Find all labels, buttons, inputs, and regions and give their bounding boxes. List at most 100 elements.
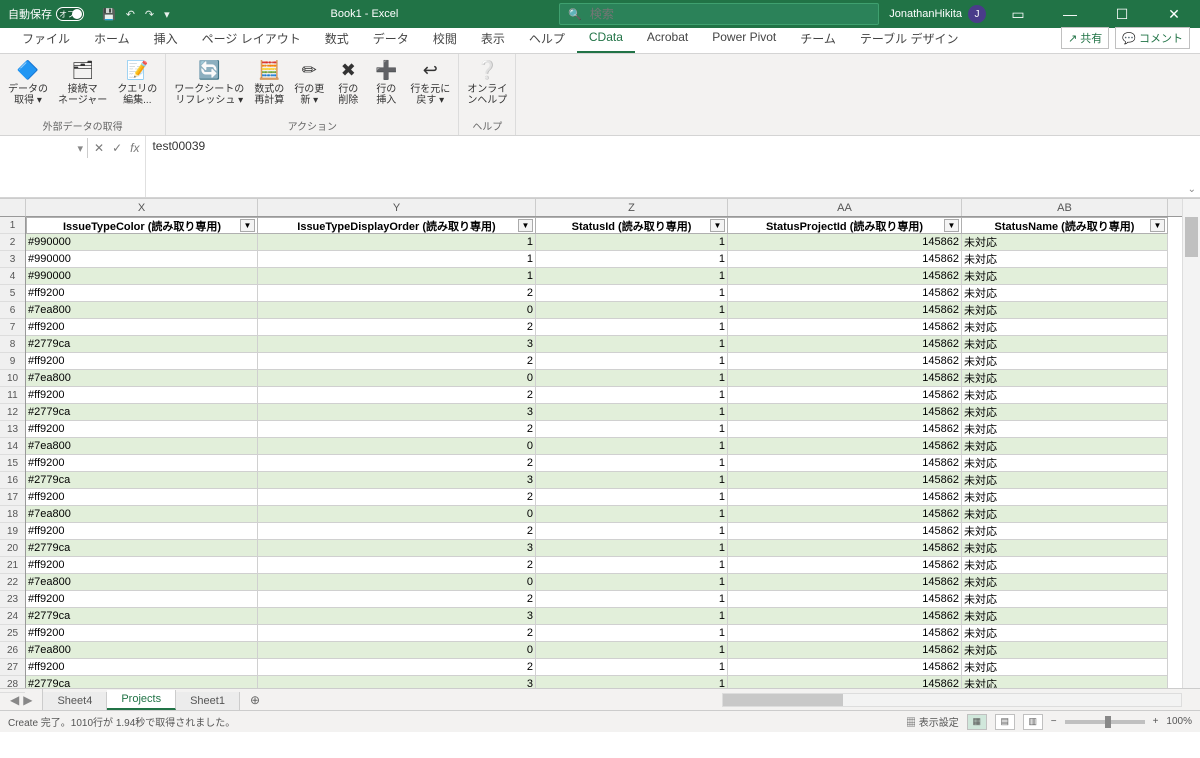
filter-dropdown-icon[interactable]: ▼	[240, 219, 255, 232]
cell[interactable]: 145862	[728, 387, 962, 404]
cell[interactable]: #990000	[26, 234, 258, 251]
cell[interactable]: #ff9200	[26, 625, 258, 642]
minimize-button[interactable]: —	[1050, 0, 1090, 28]
page-break-view-button[interactable]: ▥	[1023, 714, 1043, 730]
cell[interactable]: 0	[258, 438, 536, 455]
cell[interactable]: 2	[258, 387, 536, 404]
table-header-cell[interactable]: StatusId (読み取り専用)▼	[536, 217, 728, 234]
ribbon-button[interactable]: ➕行の挿入	[368, 56, 404, 108]
cell[interactable]: #7ea800	[26, 506, 258, 523]
row-header[interactable]: 2	[0, 234, 25, 251]
cell[interactable]: 1	[536, 489, 728, 506]
cell[interactable]: 1	[536, 608, 728, 625]
cell[interactable]: 未対応	[962, 557, 1168, 574]
row-header[interactable]: 1	[0, 217, 25, 234]
cell[interactable]: 145862	[728, 625, 962, 642]
sheet-tab[interactable]: Projects	[107, 690, 176, 710]
ribbon-button[interactable]: 🧮数式の再計算	[250, 56, 288, 108]
menu-tab-ヘルプ[interactable]: ヘルプ	[517, 26, 577, 53]
zoom-out-button[interactable]: −	[1051, 716, 1057, 727]
cell[interactable]: 未対応	[962, 540, 1168, 557]
cell[interactable]: 未対応	[962, 404, 1168, 421]
display-settings-button[interactable]: ▦ 表示設定	[906, 714, 959, 729]
cell[interactable]: 3	[258, 540, 536, 557]
select-all-corner[interactable]	[0, 199, 26, 217]
cell[interactable]: 0	[258, 574, 536, 591]
cell[interactable]: 145862	[728, 353, 962, 370]
cell[interactable]: 1	[536, 336, 728, 353]
cell[interactable]: 未対応	[962, 625, 1168, 642]
cell[interactable]: 1	[536, 319, 728, 336]
ribbon-button[interactable]: ❔オンラインヘルプ	[463, 56, 511, 108]
cell[interactable]: 1	[536, 234, 728, 251]
cell[interactable]: 未対応	[962, 489, 1168, 506]
formula-input[interactable]: test00039	[145, 136, 1200, 197]
share-button[interactable]: ↗ 共有	[1061, 27, 1109, 49]
save-icon[interactable]: 💾	[102, 8, 116, 21]
cell[interactable]: 3	[258, 676, 536, 688]
cell[interactable]: #2779ca	[26, 472, 258, 489]
cell[interactable]: 2	[258, 557, 536, 574]
cell[interactable]: 未対応	[962, 387, 1168, 404]
cell[interactable]: 0	[258, 302, 536, 319]
cell[interactable]: 0	[258, 506, 536, 523]
cell[interactable]: 1	[536, 659, 728, 676]
table-header-cell[interactable]: IssueTypeColor (読み取り専用)▼	[26, 217, 258, 234]
search-box[interactable]: 🔍	[559, 3, 879, 25]
cell[interactable]: 145862	[728, 523, 962, 540]
cell[interactable]: 145862	[728, 319, 962, 336]
cell[interactable]: 未対応	[962, 659, 1168, 676]
row-header[interactable]: 14	[0, 438, 25, 455]
cell[interactable]: 未対応	[962, 285, 1168, 302]
menu-tab-校閲[interactable]: 校閲	[421, 26, 469, 53]
cell[interactable]: 1	[536, 285, 728, 302]
sheet-nav-next-icon[interactable]: ▶	[23, 693, 32, 707]
cell[interactable]: 1	[536, 676, 728, 688]
row-header[interactable]: 26	[0, 642, 25, 659]
table-header-cell[interactable]: StatusName (読み取り専用)▼	[962, 217, 1168, 234]
qat-dropdown-icon[interactable]: ▾	[164, 8, 170, 21]
cell[interactable]: 3	[258, 608, 536, 625]
cell[interactable]: 1	[258, 251, 536, 268]
ribbon-button[interactable]: 🔄ワークシートのリフレッシュ ▾	[170, 56, 248, 108]
cell[interactable]: 未対応	[962, 251, 1168, 268]
cancel-formula-icon[interactable]: ✕	[94, 141, 104, 155]
cell[interactable]: 1	[536, 625, 728, 642]
cell[interactable]: #7ea800	[26, 642, 258, 659]
cell[interactable]: 未対応	[962, 591, 1168, 608]
cell[interactable]: 0	[258, 370, 536, 387]
cell[interactable]: 1	[536, 353, 728, 370]
filter-dropdown-icon[interactable]: ▼	[944, 219, 959, 232]
row-header[interactable]: 12	[0, 404, 25, 421]
menu-tab-ページ レイアウト[interactable]: ページ レイアウト	[190, 26, 313, 53]
row-header[interactable]: 22	[0, 574, 25, 591]
page-layout-view-button[interactable]: ▤	[995, 714, 1015, 730]
cell[interactable]: 145862	[728, 557, 962, 574]
chevron-down-icon[interactable]: ▾	[77, 142, 83, 155]
table-header-cell[interactable]: StatusProjectId (読み取り専用)▼	[728, 217, 962, 234]
zoom-level[interactable]: 100%	[1166, 716, 1192, 727]
scrollbar-thumb[interactable]	[1185, 217, 1198, 257]
expand-formula-icon[interactable]: ⌄	[1188, 184, 1196, 195]
cell[interactable]: #ff9200	[26, 319, 258, 336]
row-header[interactable]: 9	[0, 353, 25, 370]
enter-formula-icon[interactable]: ✓	[112, 141, 122, 155]
cell[interactable]: #7ea800	[26, 302, 258, 319]
cell[interactable]: #ff9200	[26, 421, 258, 438]
filter-dropdown-icon[interactable]: ▼	[710, 219, 725, 232]
cell[interactable]: 145862	[728, 642, 962, 659]
cell[interactable]: 未対応	[962, 574, 1168, 591]
column-header[interactable]: X	[26, 199, 258, 216]
autosave-toggle[interactable]: オフ	[56, 7, 84, 21]
ribbon-display-icon[interactable]: ▭	[998, 0, 1038, 28]
cell[interactable]: #ff9200	[26, 523, 258, 540]
row-header[interactable]: 15	[0, 455, 25, 472]
maximize-button[interactable]: ☐	[1102, 0, 1142, 28]
cell[interactable]: 1	[536, 302, 728, 319]
comment-button[interactable]: 💬 コメント	[1115, 27, 1190, 49]
ribbon-button[interactable]: ↩行を元に戻す ▾	[406, 56, 454, 108]
user-account[interactable]: JonathanHikita J	[889, 5, 986, 23]
filter-dropdown-icon[interactable]: ▼	[518, 219, 533, 232]
column-header[interactable]: Z	[536, 199, 728, 216]
sheet-tab[interactable]: Sheet1	[176, 692, 240, 710]
